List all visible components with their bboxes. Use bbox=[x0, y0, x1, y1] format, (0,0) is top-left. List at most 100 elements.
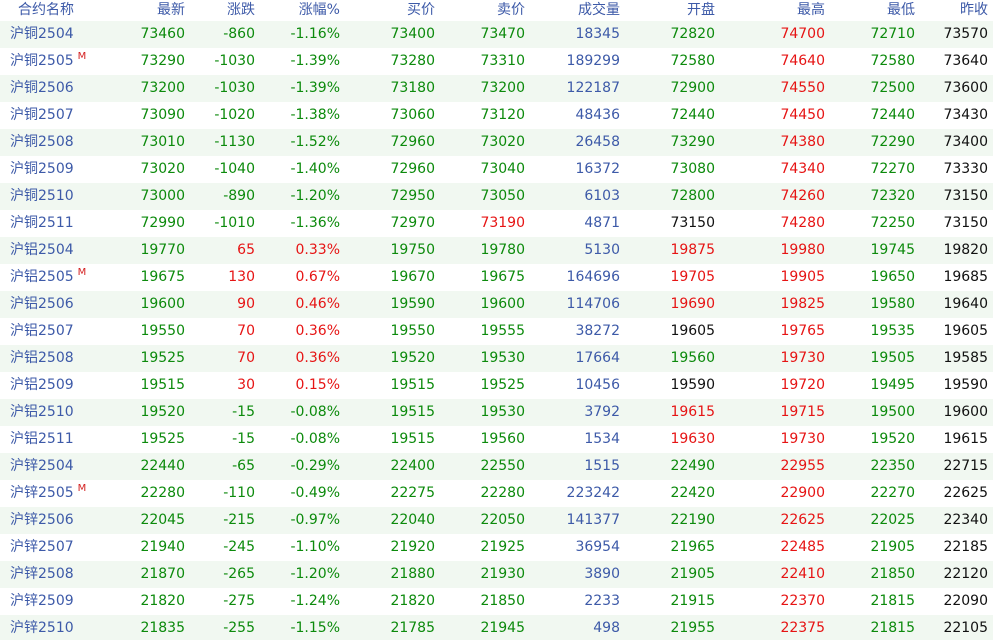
table-row[interactable]: 沪铝2508 19525 70 0.36% 19520 19530 17664 19560 19… bbox=[0, 345, 993, 372]
cell-bid: 72970 bbox=[345, 210, 440, 237]
table-row[interactable]: 沪锌2509 21820 -275 -1.24% 21820 21850 2233 21915… bbox=[0, 588, 993, 615]
cell-ask: 22280 bbox=[440, 480, 530, 507]
cell-open: 19690 bbox=[625, 291, 720, 318]
table-row[interactable]: 沪铝2511 19525 -15 -0.08% 19515 19560 1534 19630 1… bbox=[0, 426, 993, 453]
cell-contract-name[interactable]: 沪铜2508 bbox=[0, 129, 93, 156]
cell-change-pct: -1.36% bbox=[260, 210, 345, 237]
cell-volume: 5130 bbox=[530, 237, 625, 264]
cell-low: 72250 bbox=[830, 210, 920, 237]
contract-name: 沪锌2509 bbox=[10, 593, 74, 609]
cell-contract-name[interactable]: 沪锌2508 bbox=[0, 561, 93, 588]
cell-volume: 189299 bbox=[530, 48, 625, 75]
table-row[interactable]: 沪锌2505 M 22280 -110 -0.49% 22275 22280 223242 22… bbox=[0, 480, 993, 507]
cell-contract-name[interactable]: 沪锌2504 bbox=[0, 453, 93, 480]
cell-last: 19515 bbox=[93, 372, 190, 399]
table-row[interactable]: 沪锌2504 22440 -65 -0.29% 22400 22550 1515 22490 2… bbox=[0, 453, 993, 480]
cell-high: 74550 bbox=[720, 75, 830, 102]
col-header-high[interactable]: 最高 bbox=[720, 0, 830, 21]
col-header-bid[interactable]: 买价 bbox=[345, 0, 440, 21]
cell-bid: 19515 bbox=[345, 426, 440, 453]
cell-contract-name[interactable]: 沪铜2505 M bbox=[0, 48, 93, 75]
table-row[interactable]: 沪铜2507 73090 -1020 -1.38% 73060 73120 48436 724… bbox=[0, 102, 993, 129]
contract-name: 沪铝2509 bbox=[10, 377, 74, 393]
cell-last: 19600 bbox=[93, 291, 190, 318]
cell-change-pct: -1.39% bbox=[260, 48, 345, 75]
cell-ask: 22050 bbox=[440, 507, 530, 534]
table-row[interactable]: 沪锌2506 22045 -215 -0.97% 22040 22050 141377 221… bbox=[0, 507, 993, 534]
cell-volume: 2233 bbox=[530, 588, 625, 615]
cell-contract-name[interactable]: 沪铝2505 M bbox=[0, 264, 93, 291]
contract-name: 沪铜2508 bbox=[10, 134, 74, 150]
cell-contract-name[interactable]: 沪铝2504 bbox=[0, 237, 93, 264]
cell-open: 73150 bbox=[625, 210, 720, 237]
cell-contract-name[interactable]: 沪铝2511 bbox=[0, 426, 93, 453]
contract-name: 沪铝2506 bbox=[10, 296, 74, 312]
table-row[interactable]: 沪铝2507 19550 70 0.36% 19550 19555 38272 19605 19… bbox=[0, 318, 993, 345]
col-header-ask[interactable]: 卖价 bbox=[440, 0, 530, 21]
cell-change: -255 bbox=[190, 615, 260, 640]
cell-ask: 73310 bbox=[440, 48, 530, 75]
cell-volume: 3792 bbox=[530, 399, 625, 426]
cell-contract-name[interactable]: 沪铝2506 bbox=[0, 291, 93, 318]
cell-contract-name[interactable]: 沪铝2508 bbox=[0, 345, 93, 372]
table-row[interactable]: 沪铝2509 19515 30 0.15% 19515 19525 10456 19590 19… bbox=[0, 372, 993, 399]
contract-name: 沪铝2510 bbox=[10, 404, 74, 420]
col-header-name[interactable]: 合约名称 bbox=[0, 0, 93, 21]
table-row[interactable]: 沪铝2505 M 19675 130 0.67% 19670 19675 164696 1970… bbox=[0, 264, 993, 291]
col-header-volume[interactable]: 成交量 bbox=[530, 0, 625, 21]
col-header-change-pct[interactable]: 涨幅% bbox=[260, 0, 345, 21]
cell-open: 22190 bbox=[625, 507, 720, 534]
table-row[interactable]: 沪锌2510 21835 -255 -1.15% 21785 21945 498 21955 2… bbox=[0, 615, 993, 640]
table-row[interactable]: 沪铜2510 73000 -890 -1.20% 72950 73050 6103 72800… bbox=[0, 183, 993, 210]
cell-contract-name[interactable]: 沪锌2506 bbox=[0, 507, 93, 534]
cell-contract-name[interactable]: 沪铜2510 bbox=[0, 183, 93, 210]
cell-low: 72580 bbox=[830, 48, 920, 75]
col-header-change[interactable]: 涨跌 bbox=[190, 0, 260, 21]
col-header-low[interactable]: 最低 bbox=[830, 0, 920, 21]
cell-last: 73090 bbox=[93, 102, 190, 129]
cell-open: 19590 bbox=[625, 372, 720, 399]
cell-contract-name[interactable]: 沪铜2506 bbox=[0, 75, 93, 102]
cell-contract-name[interactable]: 沪锌2507 bbox=[0, 534, 93, 561]
table-row[interactable]: 沪铜2506 73200 -1030 -1.39% 73180 73200 122187 72… bbox=[0, 75, 993, 102]
col-header-open[interactable]: 开盘 bbox=[625, 0, 720, 21]
cell-last: 73290 bbox=[93, 48, 190, 75]
cell-contract-name[interactable]: 沪锌2509 bbox=[0, 588, 93, 615]
col-header-prev-close[interactable]: 昨收 bbox=[920, 0, 993, 21]
cell-change: -110 bbox=[190, 480, 260, 507]
cell-contract-name[interactable]: 沪铝2507 bbox=[0, 318, 93, 345]
table-row[interactable]: 沪铜2508 73010 -1130 -1.52% 72960 73020 26458 732… bbox=[0, 129, 993, 156]
table-row[interactable]: 沪铜2505 M 73290 -1030 -1.39% 73280 73310 189299 7… bbox=[0, 48, 993, 75]
table-row[interactable]: 沪锌2507 21940 -245 -1.10% 21920 21925 36954 2196… bbox=[0, 534, 993, 561]
cell-change: -1010 bbox=[190, 210, 260, 237]
table-row[interactable]: 沪铜2509 73020 -1040 -1.40% 72960 73040 16372 730… bbox=[0, 156, 993, 183]
contract-name: 沪锌2505 bbox=[10, 485, 74, 501]
cell-contract-name[interactable]: 沪铜2504 bbox=[0, 21, 93, 48]
table-row[interactable]: 沪铜2504 73460 -860 -1.16% 73400 73470 18345 7282… bbox=[0, 21, 993, 48]
cell-contract-name[interactable]: 沪铜2511 bbox=[0, 210, 93, 237]
contract-name: 沪铝2504 bbox=[10, 242, 74, 258]
cell-last: 73200 bbox=[93, 75, 190, 102]
cell-open: 22420 bbox=[625, 480, 720, 507]
cell-change: -15 bbox=[190, 426, 260, 453]
contract-name: 沪铜2511 bbox=[10, 215, 74, 231]
cell-contract-name[interactable]: 沪铜2509 bbox=[0, 156, 93, 183]
table-row[interactable]: 沪铝2504 19770 65 0.33% 19750 19780 5130 19875 199… bbox=[0, 237, 993, 264]
table-row[interactable]: 沪铝2510 19520 -15 -0.08% 19515 19530 3792 19615 1… bbox=[0, 399, 993, 426]
cell-contract-name[interactable]: 沪锌2510 bbox=[0, 615, 93, 640]
cell-contract-name[interactable]: 沪铝2510 bbox=[0, 399, 93, 426]
col-header-last[interactable]: 最新 bbox=[93, 0, 190, 21]
table-row[interactable]: 沪锌2508 21870 -265 -1.20% 21880 21930 3890 21905… bbox=[0, 561, 993, 588]
cell-low: 22025 bbox=[830, 507, 920, 534]
cell-prev-close: 19685 bbox=[920, 264, 993, 291]
cell-contract-name[interactable]: 沪铜2507 bbox=[0, 102, 93, 129]
cell-low: 21905 bbox=[830, 534, 920, 561]
table-row[interactable]: 沪铝2506 19600 90 0.46% 19590 19600 114706 19690 1… bbox=[0, 291, 993, 318]
table-row[interactable]: 沪铜2511 72990 -1010 -1.36% 72970 73190 4871 7315… bbox=[0, 210, 993, 237]
cell-volume: 1534 bbox=[530, 426, 625, 453]
cell-prev-close: 22120 bbox=[920, 561, 993, 588]
cell-prev-close: 73600 bbox=[920, 75, 993, 102]
cell-contract-name[interactable]: 沪锌2505 M bbox=[0, 480, 93, 507]
contract-name: 沪铜2505 bbox=[10, 53, 74, 69]
cell-contract-name[interactable]: 沪铝2509 bbox=[0, 372, 93, 399]
